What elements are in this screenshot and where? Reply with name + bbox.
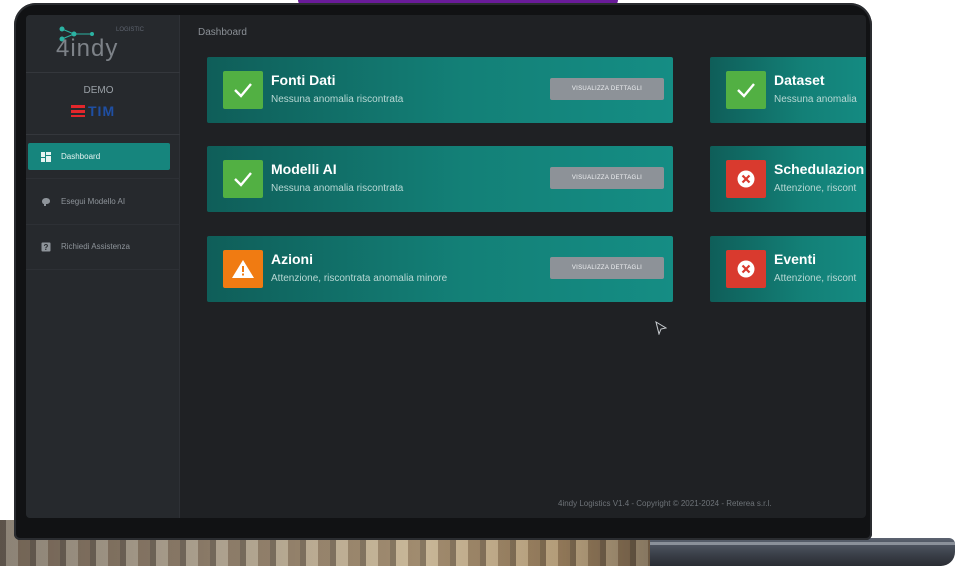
brain-icon: [40, 196, 51, 207]
card-title: Schedulazion: [774, 161, 865, 177]
card-title: Dataset: [774, 72, 825, 88]
app-screen: 4indy LOGISTIC DEMO TIM Dashboard Esegui…: [26, 15, 866, 518]
dashboard-grid-icon: [40, 151, 51, 162]
card-title: Eventi: [774, 251, 817, 267]
sidebar-item-label: Dashboard: [61, 152, 101, 161]
app-logo-text: 4indy: [56, 35, 119, 62]
card-eventi: Eventi Attenzione, riscont: [710, 236, 866, 302]
warning-triangle-icon: [223, 250, 263, 288]
mouse-cursor-icon: [655, 321, 667, 335]
help-icon: ?: [40, 241, 51, 252]
card-subtitle: Nessuna anomalia: [774, 94, 857, 105]
card-fonti-dati: Fonti Dati Nessuna anomalia riscontrata …: [207, 57, 673, 123]
check-icon: [223, 71, 263, 109]
sidebar-item-dashboard[interactable]: Dashboard: [28, 143, 170, 170]
check-icon: [223, 160, 263, 198]
card-schedulazioni: Schedulazion Attenzione, riscont: [710, 146, 866, 212]
card-subtitle: Attenzione, riscontrata anomalia minore: [271, 273, 448, 284]
card-azioni: Azioni Attenzione, riscontrata anomalia …: [207, 236, 673, 302]
sidebar-divider: [26, 224, 180, 225]
footer-copyright: 4indy Logistics V1.4 - Copyright © 2021-…: [558, 499, 772, 508]
tim-logo-text: TIM: [88, 103, 116, 119]
error-x-icon: [726, 250, 766, 288]
view-details-button[interactable]: VISUALIZZA DETTAGLI: [550, 257, 664, 279]
card-title: Fonti Dati: [271, 72, 336, 88]
view-details-button[interactable]: VISUALIZZA DETTAGLI: [550, 167, 664, 189]
sidebar-item-richiedi-assistenza[interactable]: ? Richiedi Assistenza: [28, 233, 170, 260]
tenant-label: DEMO: [83, 85, 114, 96]
view-details-button[interactable]: VISUALIZZA DETTAGLI: [550, 78, 664, 100]
card-subtitle: Attenzione, riscont: [774, 183, 857, 194]
sidebar-divider: [26, 269, 180, 270]
sidebar-item-label: Esegui Modello AI: [61, 197, 126, 206]
app-logo-tagline: LOGISTIC: [116, 27, 145, 33]
breadcrumb: Dashboard: [198, 27, 247, 38]
sidebar-divider: [26, 134, 180, 135]
error-x-icon: [726, 160, 766, 198]
card-subtitle: Nessuna anomalia riscontrata: [271, 94, 404, 105]
check-icon: [726, 71, 766, 109]
card-title: Azioni: [271, 251, 313, 267]
sidebar-divider: [26, 178, 180, 179]
sidebar: 4indy LOGISTIC DEMO TIM Dashboard Esegui…: [26, 15, 180, 518]
sidebar-divider: [26, 72, 180, 73]
card-dataset: Dataset Nessuna anomalia: [710, 57, 866, 123]
card-modelli-ai: Modelli AI Nessuna anomalia riscontrata …: [207, 146, 673, 212]
card-title: Modelli AI: [271, 161, 337, 177]
tim-logo: TIM: [71, 103, 131, 119]
card-subtitle: Attenzione, riscont: [774, 273, 857, 284]
card-subtitle: Nessuna anomalia riscontrata: [271, 183, 404, 194]
laptop-base: [650, 538, 955, 566]
svg-text:?: ?: [43, 243, 48, 252]
sidebar-item-label: Richiedi Assistenza: [61, 242, 130, 251]
tim-mark-icon: [71, 105, 85, 117]
sidebar-item-esegui-modello-ai[interactable]: Esegui Modello AI: [28, 188, 170, 215]
